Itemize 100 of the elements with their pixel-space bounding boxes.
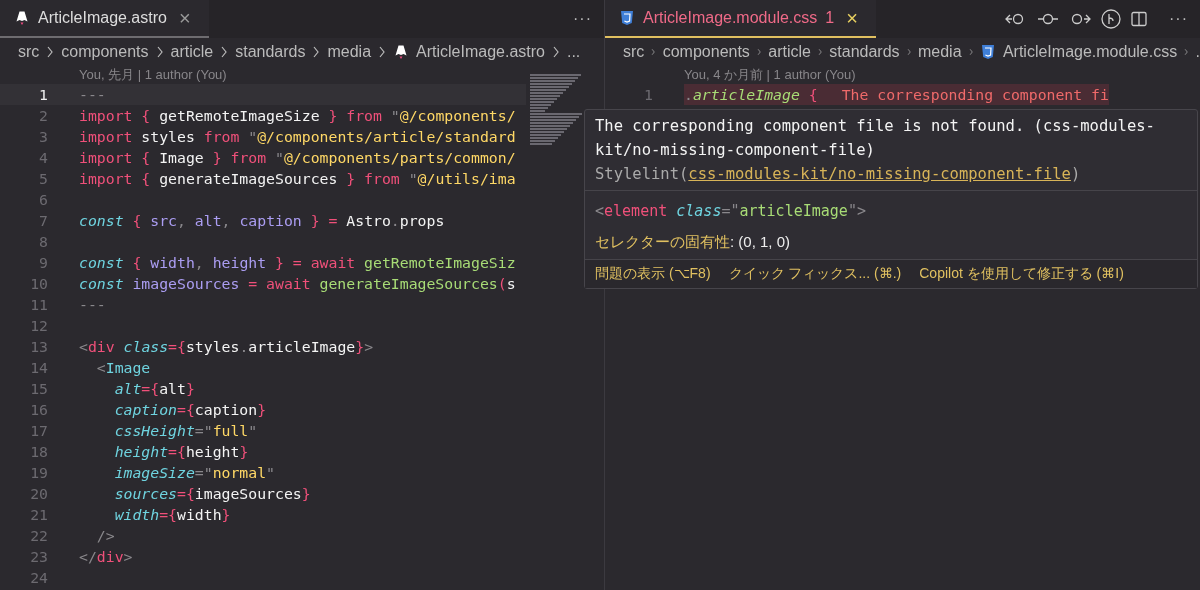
breadcrumb-item[interactable]: ArticleImage.module.css <box>1002 43 1178 61</box>
code-line: alt={alt} <box>113 379 195 399</box>
code-line: imageSize="normal" <box>113 463 275 483</box>
breadcrumb-item[interactable]: . <box>1195 43 1200 61</box>
line-number: 18 <box>29 442 49 462</box>
chevron-right-icon <box>46 46 55 58</box>
chevron-right-icon <box>551 46 560 58</box>
selector-preview: <element class="articleImage"> <box>595 201 867 222</box>
blame-annotation[interactable]: You, 先月 | 1 author (You) <box>0 66 526 84</box>
line-number: 15 <box>29 379 49 399</box>
rule-link[interactable]: css-modules-kit/no-missing-component-file <box>688 165 1071 183</box>
code-line: const imageSources = await generateImageSources(s <box>79 274 516 294</box>
breadcrumb-item[interactable]: components <box>662 43 750 61</box>
line-number: 7 <box>38 211 49 231</box>
code-line: import styles from "@/components/article/standard <box>79 127 516 147</box>
chevron-right-icon <box>817 46 823 58</box>
chevron-right-icon <box>906 46 911 58</box>
css-file-icon <box>979 44 996 60</box>
split-editor-icon[interactable] <box>1131 11 1147 27</box>
line-number: 16 <box>29 400 49 420</box>
inline-error-message: The corresponding component fi <box>840 85 1109 105</box>
breadcrumb-item[interactable]: standards <box>829 43 900 61</box>
code-line: import { getRemoteImageSize } from "@/components/ <box>79 106 516 126</box>
line-number: 24 <box>29 568 49 588</box>
chevron-right-icon <box>651 46 656 58</box>
breadcrumb-item[interactable]: src <box>18 43 40 61</box>
line-number: 5 <box>38 169 49 189</box>
code-line: .articleImage { <box>684 85 818 105</box>
code-line: --- <box>79 85 106 105</box>
editor-tab[interactable]: ArticleImage.module.css 1 × <box>605 0 876 38</box>
go-forward-change-icon[interactable] <box>1069 12 1091 26</box>
chevron-right-icon <box>312 46 321 58</box>
tab-label: ArticleImage.astro <box>38 9 167 27</box>
line-number: 6 <box>38 190 49 210</box>
breadcrumb-item[interactable]: ArticleImage.astro <box>416 43 545 61</box>
css-file-icon <box>619 10 635 26</box>
line-number: 9 <box>38 253 49 273</box>
tab-label: ArticleImage.module.css <box>643 9 818 27</box>
code-line: height={height} <box>113 442 249 462</box>
code-line: /> <box>95 526 115 546</box>
chevron-right-icon <box>378 46 387 58</box>
line-number: 1 <box>38 85 49 105</box>
close-tab-button[interactable]: × <box>174 6 195 30</box>
line-number: 2 <box>38 106 49 126</box>
line-number: 22 <box>29 526 49 546</box>
breadcrumb-item[interactable]: media <box>327 43 372 61</box>
line-number: 23 <box>29 547 49 567</box>
line-number: 20 <box>29 484 49 504</box>
code-line: <Image <box>95 358 151 378</box>
chevron-right-icon <box>1184 46 1189 58</box>
line-number: 14 <box>29 358 49 378</box>
problem-count: 1 <box>825 9 835 27</box>
code-line: --- <box>79 295 106 315</box>
code-line: import { Image } from "@/components/parts/common/ <box>79 148 516 168</box>
breadcrumb-item[interactable]: src <box>623 43 645 61</box>
close-tab-button[interactable]: × <box>842 6 862 30</box>
breadcrumb-item[interactable]: standards <box>235 43 306 61</box>
chevron-right-icon <box>756 46 762 58</box>
code-line: sources={imageSources} <box>113 484 311 504</box>
line-number: 12 <box>29 316 49 336</box>
code-line: import { generateImageSources } from "@/utils/ima <box>79 169 516 189</box>
line-number: 4 <box>38 148 49 168</box>
specificity-value: : (0, 1, 0) <box>730 233 791 250</box>
astro-file-icon <box>14 10 30 26</box>
code-line: width={width} <box>113 505 231 525</box>
code-line: caption={caption} <box>113 400 267 420</box>
code-line: const { src, alt, caption } = Astro.props <box>79 211 445 231</box>
code-line: <div class={styles.articleImage}> <box>79 337 374 357</box>
chevron-right-icon <box>155 46 164 58</box>
astro-file-icon <box>393 44 410 60</box>
branch-icon[interactable] <box>1101 9 1121 29</box>
hover-action-link[interactable]: 問題の表示 (⌥F8) <box>595 265 711 283</box>
commit-icon[interactable] <box>1037 12 1059 26</box>
more-actions-button[interactable]: ··· <box>561 10 604 28</box>
breadcrumb-item[interactable]: article <box>768 43 811 61</box>
line-number: 3 <box>38 127 49 147</box>
hover-action-link[interactable]: Copilot を使用して修正する (⌘I) <box>919 265 1124 283</box>
breadcrumb-item[interactable]: components <box>61 43 149 61</box>
line-number: 10 <box>29 274 49 294</box>
specificity-label: セレクターの固有性 <box>595 233 730 250</box>
line-number: 8 <box>38 232 49 252</box>
blame-annotation[interactable]: You, 4 か月前 | 1 author (You) <box>605 66 1200 84</box>
line-number: 11 <box>29 295 49 315</box>
more-actions-button[interactable]: ··· <box>1157 10 1200 28</box>
diagnostic-message: The corresponding component file is not found. (css-modules-kit/no-missing-component-file) Stylelint(css-modules-kit/no-missing-component-file) <box>595 116 1156 185</box>
code-line: const { width, height } = await getRemoteImageSiz <box>79 253 516 273</box>
line-number: 21 <box>29 505 49 525</box>
editor-tab[interactable]: ArticleImage.astro × <box>0 0 209 38</box>
line-number: 1 <box>643 85 654 105</box>
code-line: cssHeight="full" <box>113 421 258 441</box>
chevron-right-icon <box>968 46 973 58</box>
breadcrumb-item[interactable]: article <box>170 43 214 61</box>
chevron-right-icon <box>220 46 229 58</box>
breadcrumb-item[interactable]: media <box>917 43 962 61</box>
code-line: </div> <box>79 547 133 567</box>
line-number: 19 <box>29 463 49 483</box>
breadcrumb-item[interactable]: ... <box>566 43 581 61</box>
line-number: 13 <box>29 337 49 357</box>
hover-action-link[interactable]: クイック フィックス... (⌘.) <box>728 265 902 283</box>
line-number: 17 <box>29 421 49 441</box>
